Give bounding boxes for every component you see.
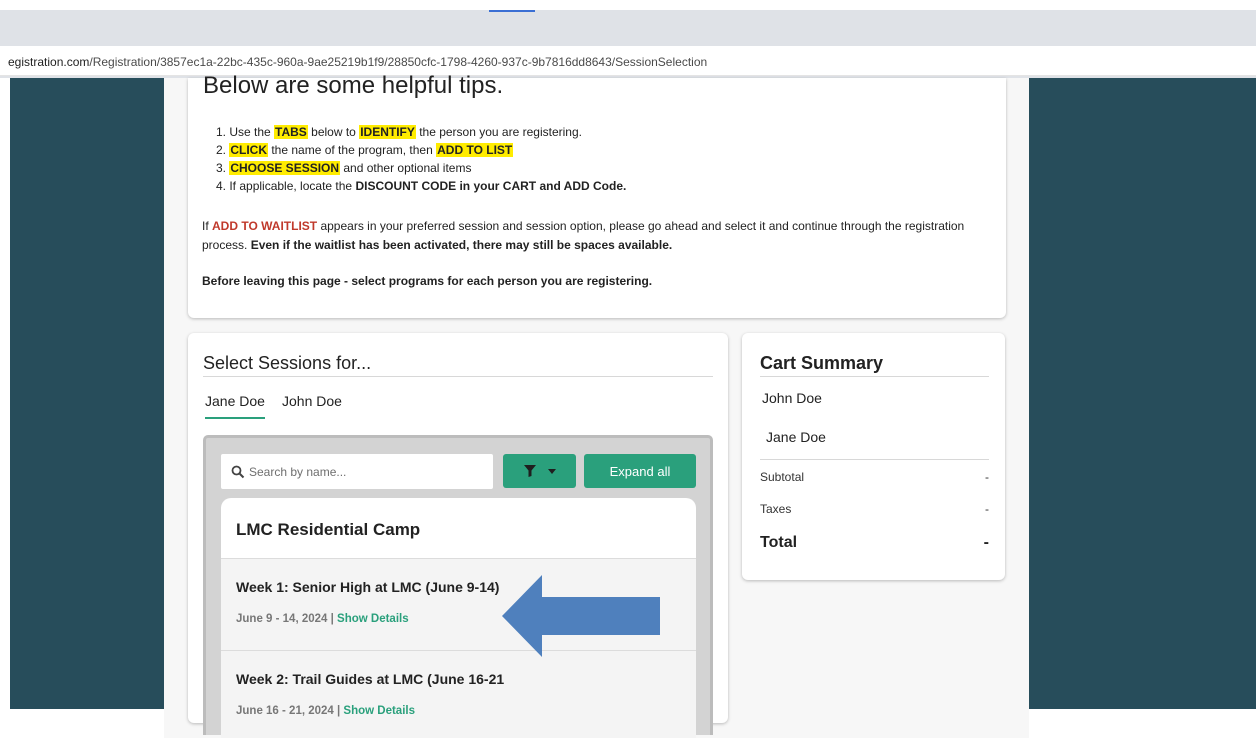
tip-text: 2. bbox=[216, 143, 230, 157]
search-icon bbox=[231, 465, 245, 479]
divider bbox=[760, 376, 989, 377]
tip-item: 1. Use the TABS below to IDENTIFY the pe… bbox=[216, 123, 626, 141]
search-box[interactable] bbox=[221, 454, 493, 489]
tip-text: and other optional items bbox=[340, 161, 472, 175]
subtotal-label: Subtotal bbox=[760, 470, 805, 484]
tip-highlight: CLICK bbox=[229, 143, 269, 157]
subtotal-value: - bbox=[985, 470, 989, 484]
tip-text: below to bbox=[307, 125, 360, 139]
tips-list: 1. Use the TABS below to IDENTIFY the pe… bbox=[216, 123, 626, 195]
tip-item: 3. CHOOSE SESSION and other optional ite… bbox=[216, 159, 626, 177]
active-tab-indicator[interactable] bbox=[489, 10, 535, 12]
tip-text: 3. bbox=[216, 161, 230, 175]
sessions-title: Select Sessions for... bbox=[203, 353, 372, 373]
cart-person-jane-doe[interactable]: Jane Doe bbox=[766, 429, 826, 445]
tips-heading: Below are some helpful tips. bbox=[203, 72, 504, 99]
right-side-panel bbox=[1029, 78, 1256, 709]
url-path: /Registration/3857ec1a-22bc-435c-960a-9a… bbox=[89, 55, 708, 69]
session-date: June 9 - 14, 2024 | Show Details bbox=[236, 613, 409, 625]
cart-title: Cart Summary bbox=[760, 353, 884, 373]
cart-summary-card: Cart Summary John Doe Jane Doe Subtotal … bbox=[742, 333, 1005, 580]
address-bar[interactable]: egistration.com/Registration/3857ec1a-22… bbox=[0, 46, 1256, 76]
tip-item: 4. If applicable, locate the DISCOUNT CO… bbox=[216, 177, 626, 195]
tip-bold: DISCOUNT CODE in your CART and ADD Code. bbox=[355, 179, 627, 193]
program-title[interactable]: LMC Residential Camp bbox=[236, 520, 420, 540]
waitlist-note: If ADD TO WAITLIST appears in your prefe… bbox=[202, 217, 992, 255]
tip-highlight: IDENTIFY bbox=[359, 125, 416, 139]
search-input[interactable] bbox=[249, 454, 487, 489]
waitlist-bold: Even if the waitlist has been activated,… bbox=[250, 238, 673, 252]
tips-card: Below are some helpful tips. 1. Use the … bbox=[188, 72, 1006, 318]
total-value: - bbox=[983, 534, 989, 551]
left-side-panel bbox=[10, 78, 164, 709]
before-leaving-note: Before leaving this page - select progra… bbox=[202, 274, 653, 288]
total-row: Total - bbox=[760, 534, 989, 552]
tip-text: 4. If applicable, locate the bbox=[216, 179, 356, 193]
divider bbox=[760, 459, 989, 460]
tab-jane-doe[interactable]: Jane Doe bbox=[205, 393, 265, 419]
session-item-week-2[interactable]: Week 2: Trail Guides at LMC (June 16-21 … bbox=[221, 650, 696, 738]
browser-tab-bar bbox=[0, 10, 1256, 46]
session-date-text: June 16 - 21, 2024 bbox=[236, 705, 334, 717]
tip-text: the person you are registering. bbox=[415, 125, 582, 139]
tip-highlight: CHOOSE SESSION bbox=[229, 161, 341, 175]
tip-text: 1. Use the bbox=[216, 125, 275, 139]
filter-icon bbox=[523, 465, 536, 477]
subtotal-row: Subtotal - bbox=[760, 470, 989, 484]
waitlist-keyword: ADD TO WAITLIST bbox=[212, 219, 318, 233]
session-date: June 16 - 21, 2024 | Show Details bbox=[236, 705, 415, 717]
expand-all-button[interactable]: Expand all bbox=[584, 454, 696, 488]
taxes-value: - bbox=[985, 502, 989, 516]
session-name[interactable]: Week 1: Senior High at LMC (June 9-14) bbox=[236, 579, 499, 595]
tip-item: 2. CLICK the name of the program, then A… bbox=[216, 141, 626, 159]
total-label: Total bbox=[760, 534, 798, 551]
caret-down-icon bbox=[547, 468, 556, 474]
url-host: egistration.com bbox=[8, 55, 90, 69]
tip-highlight: TABS bbox=[274, 125, 308, 139]
tip-text: the name of the program, then bbox=[268, 143, 437, 157]
cart-person-john-doe[interactable]: John Doe bbox=[762, 390, 822, 406]
divider bbox=[203, 376, 713, 377]
taxes-label: Taxes bbox=[760, 502, 792, 516]
separator: | bbox=[333, 705, 344, 717]
arrow-left-icon bbox=[502, 575, 660, 657]
session-name[interactable]: Week 2: Trail Guides at LMC (June 16-21 bbox=[236, 671, 504, 687]
url-text[interactable]: egistration.com/Registration/3857ec1a-22… bbox=[8, 55, 707, 69]
taxes-row: Taxes - bbox=[760, 502, 989, 516]
select-sessions-card: Select Sessions for... Jane Doe John Doe… bbox=[188, 333, 728, 738]
filter-button[interactable] bbox=[503, 454, 576, 488]
waitlist-prefix: If bbox=[202, 219, 213, 233]
show-details-link[interactable]: Show Details bbox=[343, 705, 415, 717]
tip-highlight: ADD TO LIST bbox=[436, 143, 514, 157]
session-date-text: June 9 - 14, 2024 bbox=[236, 613, 328, 625]
separator: | bbox=[327, 613, 338, 625]
show-details-link[interactable]: Show Details bbox=[337, 613, 409, 625]
tab-john-doe[interactable]: John Doe bbox=[282, 393, 342, 409]
